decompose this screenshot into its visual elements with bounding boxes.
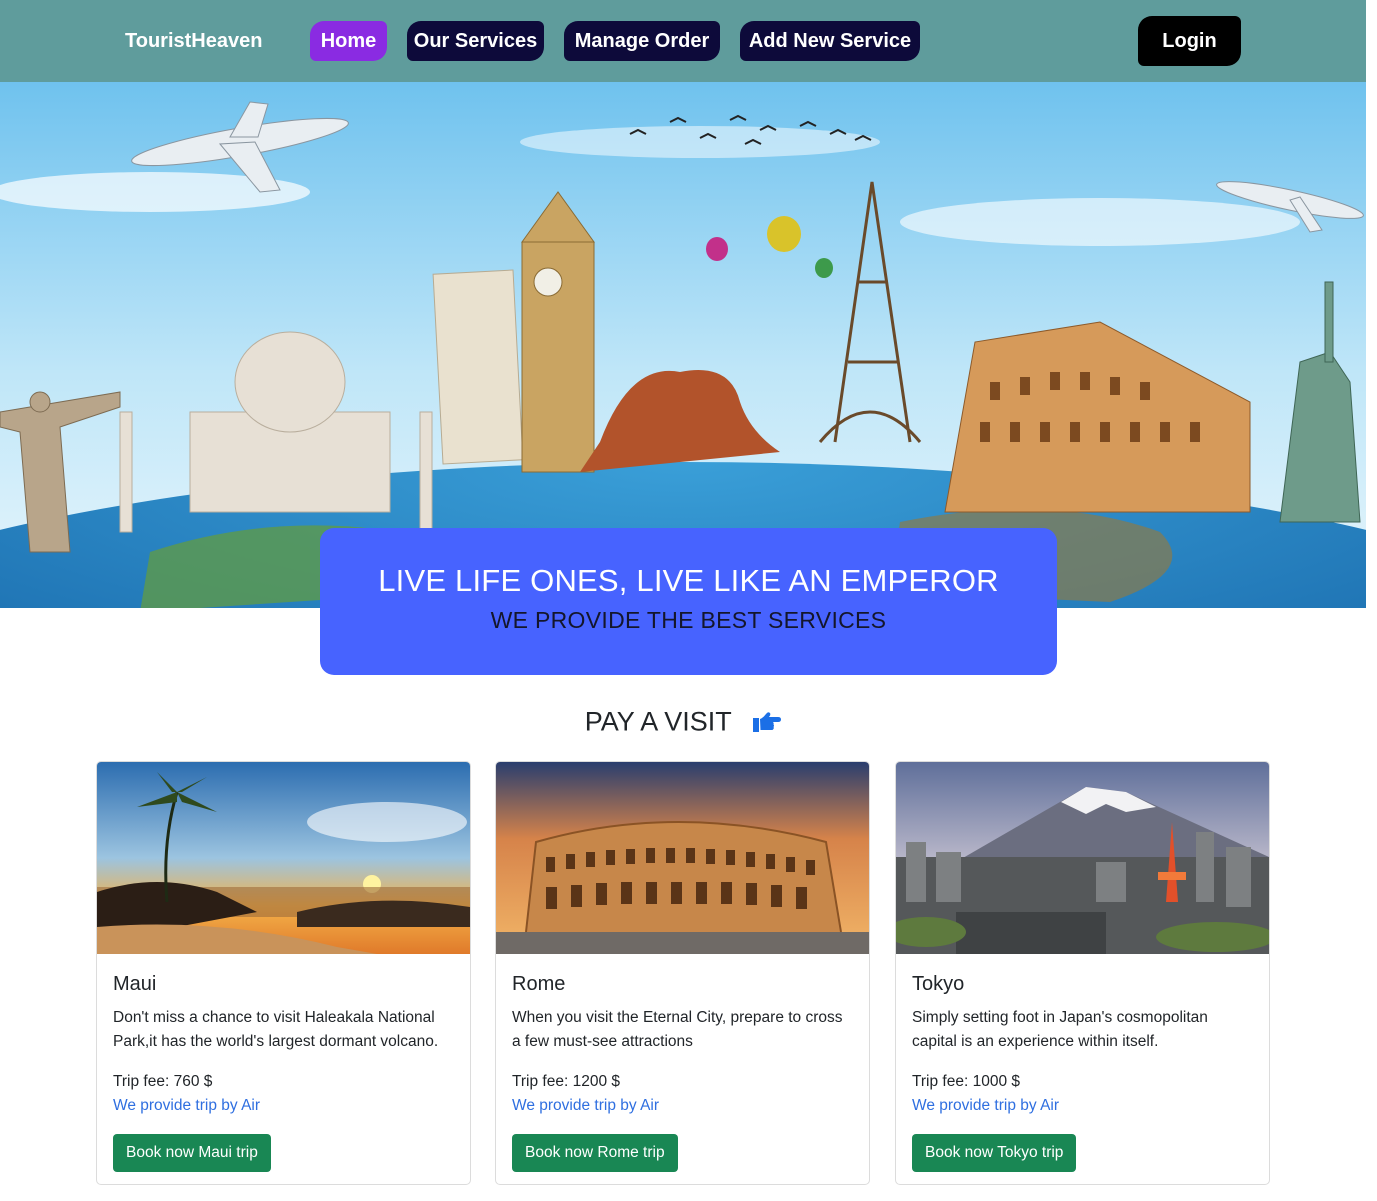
navbar: TouristHeaven Home Our Services Manage O… [0,0,1366,82]
trip-fee: Trip fee: 1200 $ [512,1073,620,1090]
banner-title: LIVE LIFE ONES, LIVE LIKE AN EMPEROR [378,563,999,598]
card-title: Rome [512,973,566,995]
trip-by-air-link[interactable]: We provide trip by Air [512,1094,853,1118]
brand-logo[interactable]: TouristHeaven [125,30,262,53]
book-maui-button[interactable]: Book now Maui trip [113,1134,271,1172]
maui-image [97,762,470,954]
rome-image [496,762,869,954]
card-tokyo: Tokyo Simply setting foot in Japan's cos… [895,761,1270,1185]
section-heading: PAY A VISIT [0,705,1366,737]
trip-by-air-link[interactable]: We provide trip by Air [113,1094,454,1118]
card-description: When you visit the Eternal City, prepare… [512,1009,843,1050]
hero-banner: LIVE LIFE ONES, LIVE LIKE AN EMPEROR WE … [320,528,1057,675]
card-title: Maui [113,973,157,995]
trip-by-air-link[interactable]: We provide trip by Air [912,1094,1253,1118]
nav-manage-order[interactable]: Manage Order [564,21,720,61]
card-description: Don't miss a chance to visit Haleakala N… [113,1009,439,1050]
card-rome: Rome When you visit the Eternal City, pr… [495,761,870,1185]
tokyo-image [896,762,1269,954]
nav-add-new-service[interactable]: Add New Service [740,21,920,61]
book-rome-button[interactable]: Book now Rome trip [512,1134,678,1172]
card-description: Simply setting foot in Japan's cosmopoli… [912,1009,1208,1050]
nav-home[interactable]: Home [310,21,387,61]
login-button[interactable]: Login [1138,16,1241,66]
hand-point-right-icon [753,712,782,732]
nav-our-services[interactable]: Our Services [407,21,544,61]
book-tokyo-button[interactable]: Book now Tokyo trip [912,1134,1077,1172]
card-title: Tokyo [912,973,965,995]
trip-fee: Trip fee: 760 $ [113,1073,213,1090]
card-maui: Maui Don't miss a chance to visit Haleak… [96,761,471,1185]
banner-subtitle: WE PROVIDE THE BEST SERVICES [490,607,887,633]
trip-fee: Trip fee: 1000 $ [912,1073,1020,1090]
section-title: PAY A VISIT [584,706,732,737]
